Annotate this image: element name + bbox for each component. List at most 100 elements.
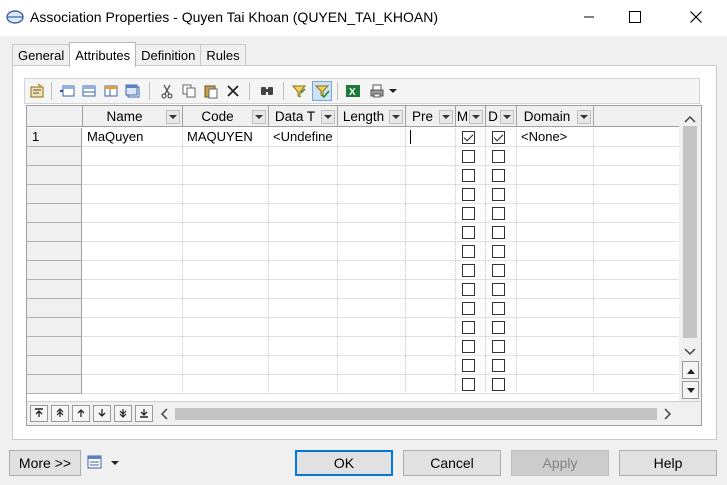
column-header-name[interactable]: Name (83, 106, 183, 127)
cell-data-type[interactable] (269, 242, 338, 261)
cell-displayed[interactable] (486, 356, 517, 375)
cell-displayed[interactable] (486, 280, 517, 299)
cell-name[interactable] (83, 242, 183, 261)
reuse-attributes-icon[interactable] (123, 81, 143, 101)
scroll-down-icon[interactable] (684, 344, 696, 359)
cell-precision[interactable] (406, 356, 456, 375)
mandatory-checkbox[interactable] (462, 321, 475, 334)
move-page-down-button[interactable] (114, 405, 132, 422)
vertical-scrollbar[interactable] (679, 106, 701, 401)
cell-data-type[interactable] (269, 204, 338, 223)
paste-icon[interactable] (201, 81, 221, 101)
cell-data-type[interactable] (269, 261, 338, 280)
mandatory-checkbox[interactable] (462, 302, 475, 315)
cell-precision[interactable] (406, 318, 456, 337)
cell-code[interactable] (183, 185, 269, 204)
cell-length[interactable] (338, 337, 406, 356)
scroll-left-icon[interactable] (160, 408, 168, 423)
maximize-button[interactable] (612, 0, 658, 36)
ok-button[interactable]: OK (295, 450, 393, 476)
displayed-checkbox[interactable] (492, 321, 505, 334)
cell-mandatory[interactable] (456, 185, 486, 204)
cell-displayed[interactable] (486, 299, 517, 318)
row-header[interactable] (27, 223, 82, 242)
cell-precision[interactable] (406, 204, 456, 223)
chevron-down-icon[interactable] (321, 109, 335, 124)
cell-name[interactable] (83, 204, 183, 223)
cell-code[interactable] (183, 166, 269, 185)
horizontal-scroll-thumb[interactable] (175, 408, 657, 420)
mandatory-checkbox[interactable] (462, 245, 475, 258)
cell-precision[interactable] (406, 185, 456, 204)
cell-name[interactable] (83, 375, 183, 394)
cell-name[interactable] (83, 166, 183, 185)
displayed-checkbox[interactable] (492, 150, 505, 163)
cell-code[interactable] (183, 318, 269, 337)
table-row[interactable] (27, 318, 679, 337)
add-row-icon[interactable] (79, 81, 99, 101)
cell-precision[interactable] (406, 223, 456, 242)
cell-data-type[interactable] (269, 337, 338, 356)
row-header[interactable] (27, 318, 82, 337)
mandatory-checkbox[interactable] (462, 226, 475, 239)
cell-length[interactable] (338, 375, 406, 394)
move-down-button[interactable] (682, 381, 699, 399)
cell-length[interactable] (338, 147, 406, 166)
chevron-down-icon[interactable] (389, 109, 403, 124)
displayed-checkbox[interactable] (492, 264, 505, 277)
cell-displayed[interactable] (486, 318, 517, 337)
customize-columns-icon[interactable] (312, 81, 332, 101)
row-header[interactable] (27, 242, 82, 261)
cell-domain[interactable] (517, 223, 594, 242)
insert-row-icon[interactable] (57, 81, 77, 101)
find-icon[interactable] (257, 81, 277, 101)
cell-data-type[interactable] (269, 166, 338, 185)
cell-length[interactable] (338, 204, 406, 223)
displayed-checkbox[interactable] (492, 302, 505, 315)
move-down-row-button[interactable] (93, 405, 111, 422)
mandatory-checkbox[interactable] (462, 264, 475, 277)
column-header-precision[interactable]: Pre (406, 106, 456, 127)
cell-mandatory[interactable] (456, 375, 486, 394)
cell-precision[interactable] (406, 337, 456, 356)
cell-mandatory[interactable] (456, 223, 486, 242)
column-header-mandatory[interactable]: M (456, 106, 486, 127)
table-row[interactable] (27, 337, 679, 356)
cell-mandatory[interactable] (456, 337, 486, 356)
cell-name[interactable] (83, 299, 183, 318)
displayed-checkbox[interactable] (492, 207, 505, 220)
table-row[interactable] (27, 242, 679, 261)
cell-displayed[interactable] (486, 261, 517, 280)
cell-domain[interactable] (517, 356, 594, 375)
cut-icon[interactable] (157, 81, 177, 101)
move-page-up-button[interactable] (51, 405, 69, 422)
cell-data-type[interactable] (269, 280, 338, 299)
dropdown-arrow-icon[interactable] (387, 81, 399, 101)
cell-precision[interactable] (406, 166, 456, 185)
cell-name[interactable] (83, 223, 183, 242)
cell-length[interactable] (338, 261, 406, 280)
cell-length[interactable] (338, 223, 406, 242)
mandatory-checkbox[interactable] (462, 359, 475, 372)
row-header[interactable] (27, 185, 82, 204)
row-header[interactable] (27, 261, 82, 280)
cell-name[interactable] (83, 261, 183, 280)
mandatory-checkbox[interactable] (462, 378, 475, 391)
column-header-domain[interactable]: Domain (517, 106, 594, 127)
row-header[interactable] (27, 375, 82, 394)
table-row[interactable] (27, 356, 679, 375)
mandatory-checkbox[interactable] (462, 188, 475, 201)
table-row[interactable] (27, 223, 679, 242)
mandatory-checkbox[interactable] (462, 150, 475, 163)
cell-mandatory[interactable] (456, 147, 486, 166)
properties-icon[interactable] (27, 81, 47, 101)
scroll-up-icon[interactable] (684, 111, 696, 126)
print-icon[interactable] (367, 81, 387, 101)
cell-code[interactable]: MAQUYEN (183, 128, 269, 147)
help-button[interactable]: Help (619, 450, 717, 476)
cell-data-type[interactable] (269, 185, 338, 204)
cell-name[interactable] (83, 318, 183, 337)
cell-domain[interactable] (517, 337, 594, 356)
tab-rules[interactable]: Rules (200, 44, 246, 66)
chevron-down-icon[interactable] (166, 109, 180, 124)
